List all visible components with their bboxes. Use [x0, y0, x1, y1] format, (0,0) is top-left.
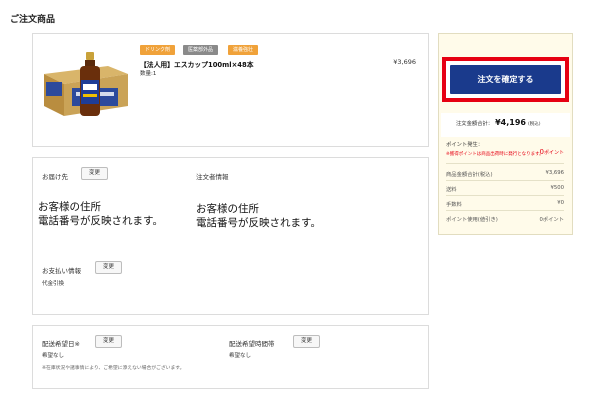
summary-row: ポイント使用(値引き) 0ポイント — [446, 215, 564, 223]
summary-row-value: ¥3,696 — [545, 170, 564, 176]
summary-row-label: 送料 — [446, 187, 457, 193]
summary-divider — [446, 195, 564, 196]
delivery-address-line2: 電話番号が反映されます。 — [38, 215, 163, 227]
payment-title: お支払い情報 — [42, 267, 81, 275]
summary-divider — [446, 210, 564, 211]
orderer-address-line2: 電話番号が反映されます。 — [196, 217, 321, 229]
badge-nourishment: 滋養強壮 — [228, 45, 259, 55]
points-label: ポイント発生： — [446, 142, 484, 148]
summary-row: 送料 ¥500 — [446, 185, 564, 193]
summary-row: 手数料 ¥0 — [446, 200, 564, 208]
payment-method: 代金引換 — [42, 281, 65, 287]
orderer-address: お客様の住所 電話番号が反映されます。 — [196, 202, 321, 230]
summary-divider — [446, 163, 564, 164]
orderer-title: 注文者情報 — [196, 173, 229, 181]
total-value: ¥4,196 — [495, 118, 526, 127]
delivery-info-panel — [32, 157, 429, 315]
delivery-change-button[interactable]: 変更 — [81, 167, 109, 180]
summary-row-value: ¥0 — [557, 200, 564, 206]
product-quantity: 数量:1 — [140, 71, 157, 77]
orderer-address-line1: お客様の住所 — [196, 203, 259, 215]
time-title: 配送希望時間帯 — [229, 340, 275, 348]
page-title: ご注文商品 — [10, 15, 56, 25]
summary-row: 商品金額合計(税込) ¥3,696 — [446, 170, 564, 178]
summary-row-label: 手数料 — [446, 202, 462, 208]
summary-row-value: ¥500 — [550, 185, 564, 191]
date-value: 希望なし — [42, 353, 65, 359]
time-value: 希望なし — [229, 353, 252, 359]
badge-quasi-drug: 医薬部外品 — [183, 45, 219, 55]
product-price: ¥3,696 — [393, 58, 416, 66]
payment-change-button[interactable]: 変更 — [95, 261, 123, 274]
summary-divider — [446, 180, 564, 181]
drink-bottle-with-case-icon — [40, 44, 132, 122]
points-unit: ポイント — [543, 150, 564, 156]
badge-drink: ドリンク剤 — [140, 45, 176, 55]
product-name[interactable]: 【法人用】エスカップ100ml×48本 — [140, 59, 254, 69]
time-change-button[interactable]: 変更 — [293, 335, 321, 348]
schedule-note: ※在庫状況や諸事情により、ご希望に添えない場合がございます。 — [42, 366, 185, 371]
confirm-order-button[interactable]: 注文を確定する — [450, 65, 561, 94]
delivery-title: お届け先 — [42, 173, 68, 181]
delivery-address: お客様の住所 電話番号が反映されます。 — [38, 200, 163, 228]
total-line: 注文金額合計： ¥4,196 (税込) — [456, 118, 540, 127]
delivery-address-line1: お客様の住所 — [38, 201, 101, 213]
total-label: 注文金額合計： — [456, 121, 494, 127]
date-title: 配送希望日※ — [42, 340, 80, 348]
summary-row-label: ポイント使用(値引き) — [446, 217, 498, 223]
summary-row-value: 0ポイント — [539, 217, 564, 223]
points-note: ※獲得ポイントは商品出荷時に発行となります。 — [446, 152, 544, 157]
date-change-button[interactable]: 変更 — [95, 335, 123, 348]
summary-row-label: 商品金額合計(税込) — [446, 172, 493, 178]
total-suffix: (税込) — [527, 122, 541, 127]
